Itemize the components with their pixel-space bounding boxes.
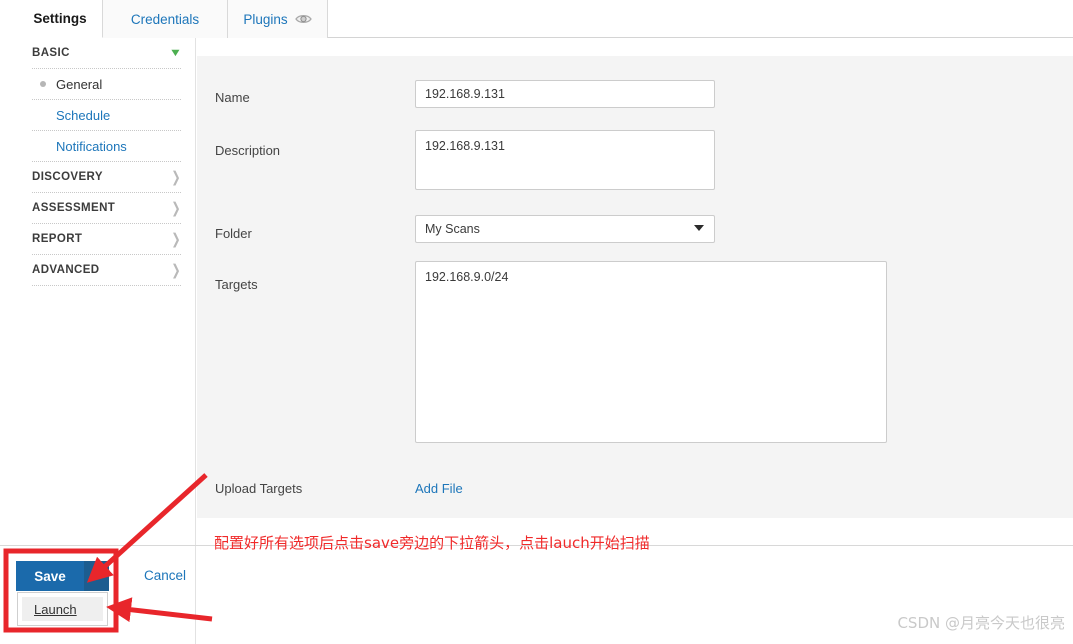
save-button-group: Save xyxy=(16,561,109,591)
tab-credentials-label: Credentials xyxy=(130,11,200,27)
sidebar-group-basic[interactable]: BASIC ▼ xyxy=(32,38,183,69)
chevron-right-icon: ❯ xyxy=(171,262,181,279)
sidebar-item-schedule[interactable]: Schedule xyxy=(32,100,181,131)
folder-select[interactable] xyxy=(415,215,715,243)
upload-targets-label: Upload Targets xyxy=(215,481,303,496)
chevron-right-icon: ❯ xyxy=(171,200,181,217)
targets-label: Targets xyxy=(215,277,258,292)
sidebar-group-basic-label: BASIC xyxy=(32,47,70,59)
sidebar-item-notifications[interactable]: Notifications xyxy=(32,131,181,162)
folder-label: Folder xyxy=(215,226,252,241)
cancel-link[interactable]: Cancel xyxy=(144,568,186,583)
tab-plugins-label: Plugins xyxy=(243,11,288,27)
scan-settings-form: Name Description Folder Targets Upload T… xyxy=(197,56,1073,518)
description-label: Description xyxy=(215,143,281,158)
chevron-down-icon: ▼ xyxy=(168,47,183,59)
description-input[interactable] xyxy=(415,130,715,190)
sidebar-group-discovery[interactable]: DISCOVERY ❯ xyxy=(32,162,181,193)
sidebar-item-general-label: General xyxy=(56,76,103,92)
sidebar-group-report-label: REPORT xyxy=(32,233,83,245)
add-file-link[interactable]: Add File xyxy=(415,481,463,496)
annotation-note: 配置好所有选项后点击save旁边的下拉箭头，点击lauch开始扫描 xyxy=(214,534,650,552)
sidebar-item-notifications-label: Notifications xyxy=(56,138,127,154)
sidebar-group-report[interactable]: REPORT ❯ xyxy=(32,224,181,255)
tab-settings-label: Settings xyxy=(33,11,87,26)
sidebar-item-general[interactable]: General xyxy=(32,69,181,100)
bullet-icon xyxy=(40,81,46,87)
sidebar-group-assessment[interactable]: ASSESSMENT ❯ xyxy=(32,193,181,224)
sidebar-group-advanced-label: ADVANCED xyxy=(32,264,100,276)
tab-bar: Settings Credentials Plugins xyxy=(18,0,1073,38)
save-dropdown-toggle[interactable] xyxy=(84,561,109,591)
watermark: CSDN @月亮今天也很亮 xyxy=(897,614,1065,632)
targets-input[interactable] xyxy=(415,261,887,443)
save-dropdown-menu: Launch xyxy=(17,592,108,626)
tab-settings[interactable]: Settings xyxy=(18,0,103,38)
chevron-right-icon: ❯ xyxy=(171,231,181,248)
settings-sidebar: BASIC ▼ General Schedule Notifications D… xyxy=(18,38,196,644)
sidebar-group-assessment-label: ASSESSMENT xyxy=(32,202,116,214)
save-button[interactable]: Save xyxy=(16,561,84,591)
sidebar-group-discovery-label: DISCOVERY xyxy=(32,171,103,183)
tab-plugins[interactable]: Plugins xyxy=(228,0,328,38)
tab-credentials[interactable]: Credentials xyxy=(103,0,228,38)
sidebar-item-schedule-label: Schedule xyxy=(56,107,111,123)
eye-icon xyxy=(294,13,312,25)
launch-menu-item[interactable]: Launch xyxy=(22,597,103,621)
chevron-right-icon: ❯ xyxy=(171,169,181,186)
name-input[interactable] xyxy=(415,80,715,108)
name-label: Name xyxy=(215,90,250,105)
chevron-down-icon xyxy=(91,573,102,579)
sidebar-group-advanced[interactable]: ADVANCED ❯ xyxy=(32,255,181,286)
